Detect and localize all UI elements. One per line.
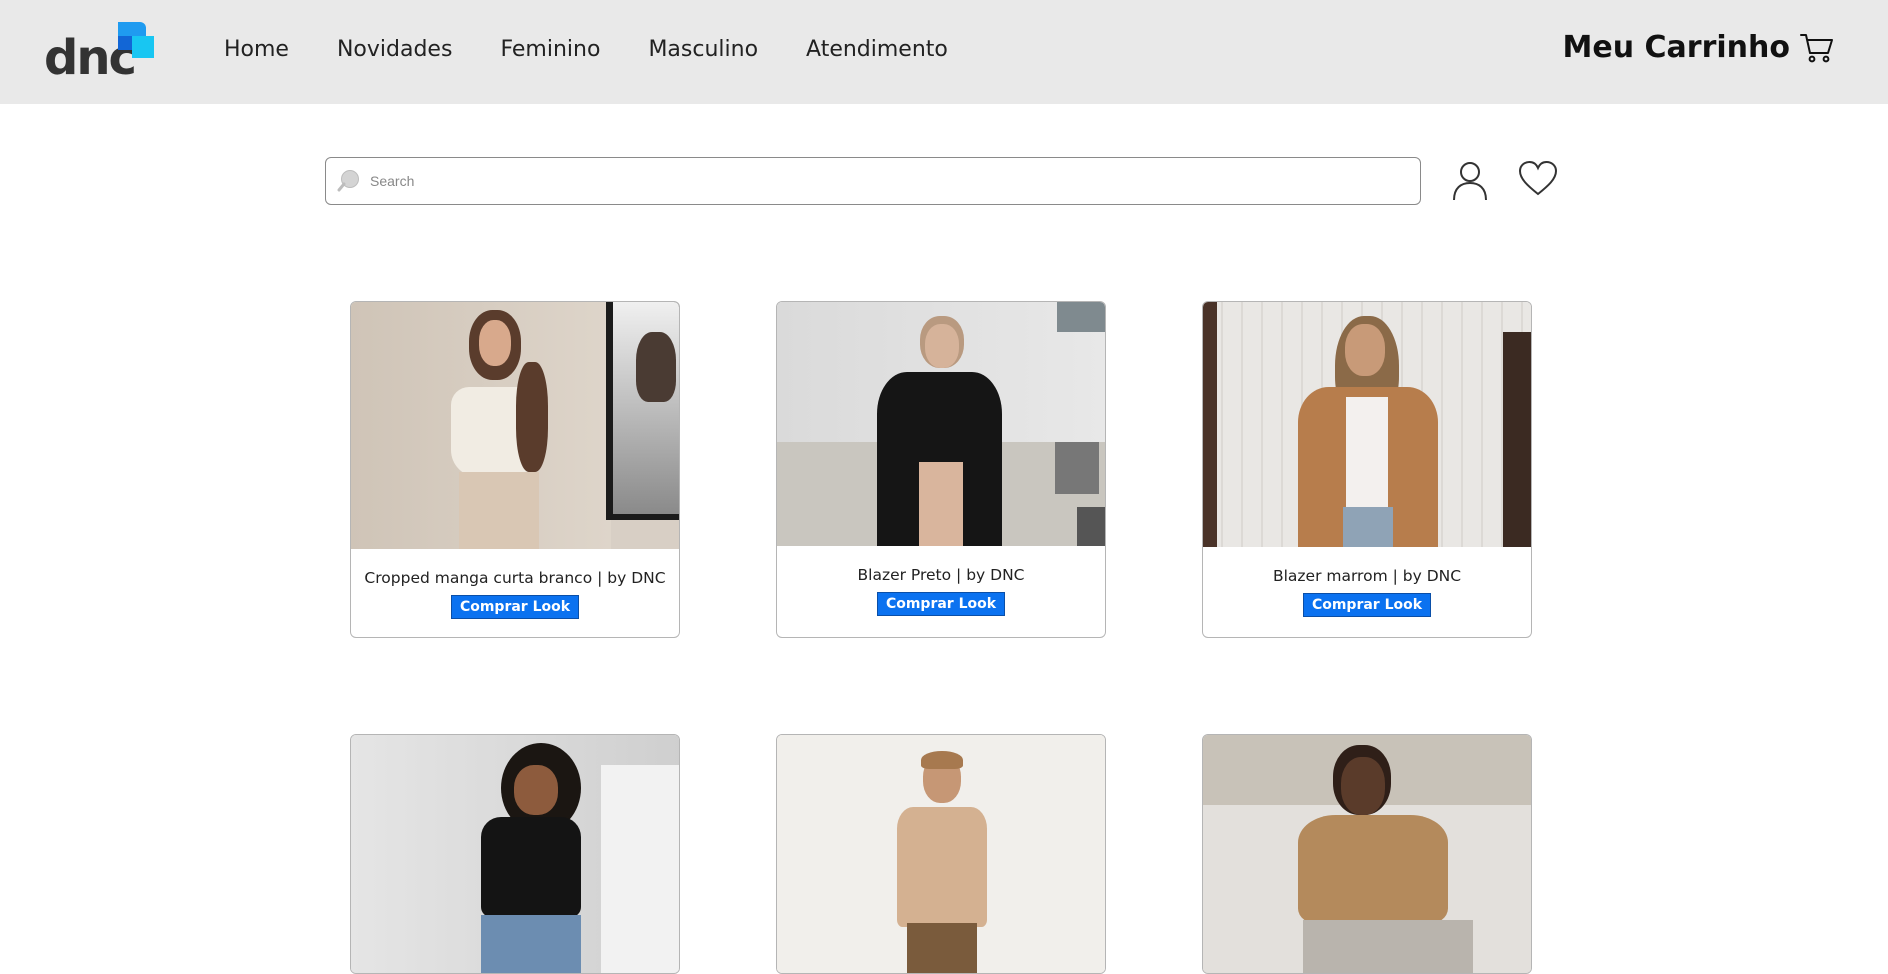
logo-mark-light xyxy=(132,36,154,58)
product-image[interactable] xyxy=(777,302,1105,546)
product-card[interactable] xyxy=(1202,734,1532,974)
product-image[interactable] xyxy=(351,302,679,549)
card-body: Blazer Preto | by DNC Comprar Look xyxy=(777,546,1105,637)
buy-look-button[interactable]: Comprar Look xyxy=(877,592,1005,616)
product-image[interactable] xyxy=(777,735,1105,973)
nav-feminino[interactable]: Feminino xyxy=(500,36,600,64)
dnc-logo[interactable]: dnc xyxy=(44,20,156,82)
cart-icon xyxy=(1800,33,1833,62)
product-card[interactable]: Cropped manga curta branco | by DNC Comp… xyxy=(350,301,680,638)
top-header: dnc Home Novidades Feminino Masculino At… xyxy=(0,0,1888,104)
product-caption: Cropped manga curta branco | by DNC xyxy=(364,569,666,587)
heart-icon[interactable] xyxy=(1518,160,1558,198)
nav-masculino[interactable]: Masculino xyxy=(648,36,758,64)
product-card[interactable]: Blazer Preto | by DNC Comprar Look xyxy=(776,301,1106,638)
card-body: Cropped manga curta branco | by DNC Comp… xyxy=(351,549,679,637)
buy-look-button[interactable]: Comprar Look xyxy=(451,595,579,619)
logo-mark-dark xyxy=(118,36,132,50)
product-card[interactable]: Blazer marrom | by DNC Comprar Look xyxy=(1202,301,1532,638)
search-bar xyxy=(325,157,1421,205)
search-icon xyxy=(337,170,359,192)
cart-button[interactable]: Meu Carrinho xyxy=(1563,30,1834,65)
product-caption: Blazer marrom | by DNC xyxy=(1272,567,1462,585)
main-nav: Home Novidades Feminino Masculino Atendi… xyxy=(224,36,948,64)
nav-home[interactable]: Home xyxy=(224,36,289,64)
search-input[interactable] xyxy=(370,173,1370,189)
product-image[interactable] xyxy=(1203,735,1531,973)
user-icon[interactable] xyxy=(1452,160,1488,202)
buy-look-button[interactable]: Comprar Look xyxy=(1303,593,1431,617)
product-image[interactable] xyxy=(351,735,679,973)
product-caption: Blazer Preto | by DNC xyxy=(857,566,1025,584)
product-image[interactable] xyxy=(1203,302,1531,547)
card-body: Blazer marrom | by DNC Comprar Look xyxy=(1203,547,1531,637)
product-card[interactable] xyxy=(776,734,1106,974)
nav-novidades[interactable]: Novidades xyxy=(337,36,452,64)
nav-atendimento[interactable]: Atendimento xyxy=(806,36,948,64)
cart-label: Meu Carrinho xyxy=(1562,30,1790,65)
product-card[interactable] xyxy=(350,734,680,974)
